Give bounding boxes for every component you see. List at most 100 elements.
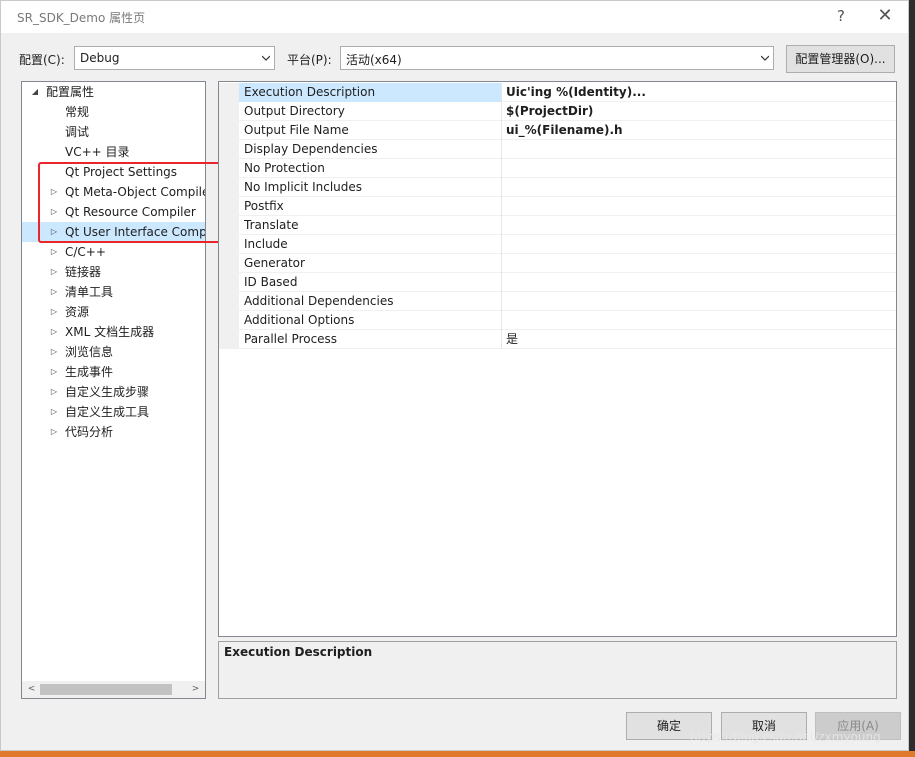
tree-item[interactable]: ▷ 浏览信息 [22,342,205,362]
tree-item-label: 浏览信息 [65,345,114,359]
tree-item[interactable]: 常规 [22,102,205,122]
expand-arrow-icon[interactable]: ▷ [49,202,59,222]
tree-item[interactable]: ▷ 清单工具 [22,282,205,302]
property-row[interactable]: ID Based [219,273,896,292]
tree-item[interactable]: ▷ 代码分析 [22,422,205,442]
row-gutter [219,102,239,121]
tree-item-label: VC++ 目录 [65,145,130,159]
property-row[interactable]: Output Directory $(ProjectDir) [219,102,896,121]
property-value[interactable] [506,311,891,330]
row-gutter [219,273,239,292]
tree-item[interactable]: VC++ 目录 [22,142,205,162]
column-divider [501,121,502,140]
config-dropdown[interactable]: Debug [74,46,275,70]
property-name: Display Dependencies [244,142,378,156]
scroll-left-icon[interactable]: < [24,682,39,697]
property-value[interactable] [506,159,891,178]
row-gutter [219,159,239,178]
property-grid[interactable]: Execution Description Uic'ing %(Identity)… [218,81,897,637]
property-tree[interactable]: ◢ 配置属性常规调试 VC++ 目录 Qt Project Settings ▷ Qt M… [21,81,206,699]
tree-item[interactable]: 调试 [22,122,205,142]
property-name: Output Directory [244,104,345,118]
column-divider [501,83,502,102]
property-row[interactable]: Postfix [219,197,896,216]
property-value[interactable] [506,216,891,235]
expand-arrow-icon[interactable]: ▷ [49,282,59,302]
tree-item[interactable]: ▷ Qt Meta-Object Compiler [22,182,205,202]
property-row[interactable]: No Implicit Includes [219,178,896,197]
scroll-thumb[interactable] [40,684,172,695]
expand-arrow-icon[interactable]: ▷ [49,302,59,322]
expand-arrow-icon[interactable]: ▷ [49,342,59,362]
tree-item-label: 代码分析 [65,425,114,439]
property-value[interactable] [506,178,891,197]
tree-item[interactable]: ▷ Qt User Interface Compiler [22,222,205,242]
tree-item[interactable]: ◢ 配置属性 [22,82,205,102]
tree-item[interactable]: Qt Project Settings [22,162,205,182]
tree-item[interactable]: ▷ 生成事件 [22,362,205,382]
column-divider [501,216,502,235]
tree-item[interactable]: ▷ 自定义生成工具 [22,402,205,422]
property-row[interactable]: Display Dependencies [219,140,896,159]
property-value[interactable] [506,254,891,273]
tree-item[interactable]: ▷ 资源 [22,302,205,322]
help-icon[interactable]: ? [821,1,861,33]
property-row[interactable]: Generator [219,254,896,273]
configuration-manager-button[interactable]: 配置管理器(O)... [786,45,895,73]
property-row[interactable]: Parallel Process 是 [219,330,896,349]
property-value[interactable] [506,140,891,159]
expand-arrow-icon[interactable]: ▷ [49,422,59,442]
config-value: Debug [80,51,120,65]
tree-item-label: 生成事件 [65,365,114,379]
expand-arrow-icon[interactable]: ▷ [49,362,59,382]
tree-item-label: C/C++ [65,245,106,259]
property-value[interactable] [506,197,891,216]
tree-horizontal-scrollbar[interactable]: < > [22,681,205,698]
property-value[interactable]: Uic'ing %(Identity)... [506,83,891,102]
expand-arrow-icon[interactable]: ▷ [49,382,59,402]
property-value[interactable] [506,235,891,254]
property-value[interactable]: $(ProjectDir) [506,102,891,121]
tree-item-label: 常规 [65,105,90,119]
property-row[interactable]: Output File Name ui_%(Filename).h [219,121,896,140]
tree-item-label: 调试 [65,125,90,139]
expand-arrow-icon[interactable]: ▷ [49,402,59,422]
configuration-bar: 配置(C): Debug 平台(P): 活动(x64) 配置管理器(O)... [1,45,908,73]
column-divider [501,254,502,273]
property-name: Generator [244,256,305,270]
property-row[interactable]: Additional Dependencies [219,292,896,311]
property-name: No Implicit Includes [244,180,363,194]
row-gutter [219,140,239,159]
expand-arrow-icon[interactable]: ▷ [49,322,59,342]
tree-item[interactable]: ▷ 自定义生成步骤 [22,382,205,402]
property-row[interactable]: Additional Options [219,311,896,330]
tree-item-label: XML 文档生成器 [65,325,155,339]
expand-arrow-icon[interactable]: ▷ [49,262,59,282]
expand-arrow-icon[interactable]: ◢ [30,82,40,102]
property-value[interactable]: ui_%(Filename).h [506,121,891,140]
expand-arrow-icon[interactable]: ▷ [49,222,59,242]
scroll-right-icon[interactable]: > [188,682,203,697]
property-value[interactable] [506,273,891,292]
property-name: Additional Options [244,313,355,327]
column-divider [501,311,502,330]
column-divider [501,102,502,121]
tree-item[interactable]: ▷ C/C++ [22,242,205,262]
column-divider [501,178,502,197]
tree-item[interactable]: ▷ XML 文档生成器 [22,322,205,342]
property-value[interactable] [506,292,891,311]
property-row[interactable]: Translate [219,216,896,235]
tree-item[interactable]: ▷ 链接器 [22,262,205,282]
property-value[interactable]: 是 [506,330,891,349]
property-row[interactable]: No Protection [219,159,896,178]
property-row[interactable]: Include [219,235,896,254]
close-icon[interactable]: ✕ [865,1,905,33]
tree-item[interactable]: ▷ Qt Resource Compiler [22,202,205,222]
row-gutter [219,235,239,254]
row-gutter [219,197,239,216]
row-gutter [219,330,239,349]
platform-dropdown[interactable]: 活动(x64) [340,46,774,70]
property-row[interactable]: Execution Description Uic'ing %(Identity)… [219,83,896,102]
expand-arrow-icon[interactable]: ▷ [49,182,59,202]
expand-arrow-icon[interactable]: ▷ [49,242,59,262]
